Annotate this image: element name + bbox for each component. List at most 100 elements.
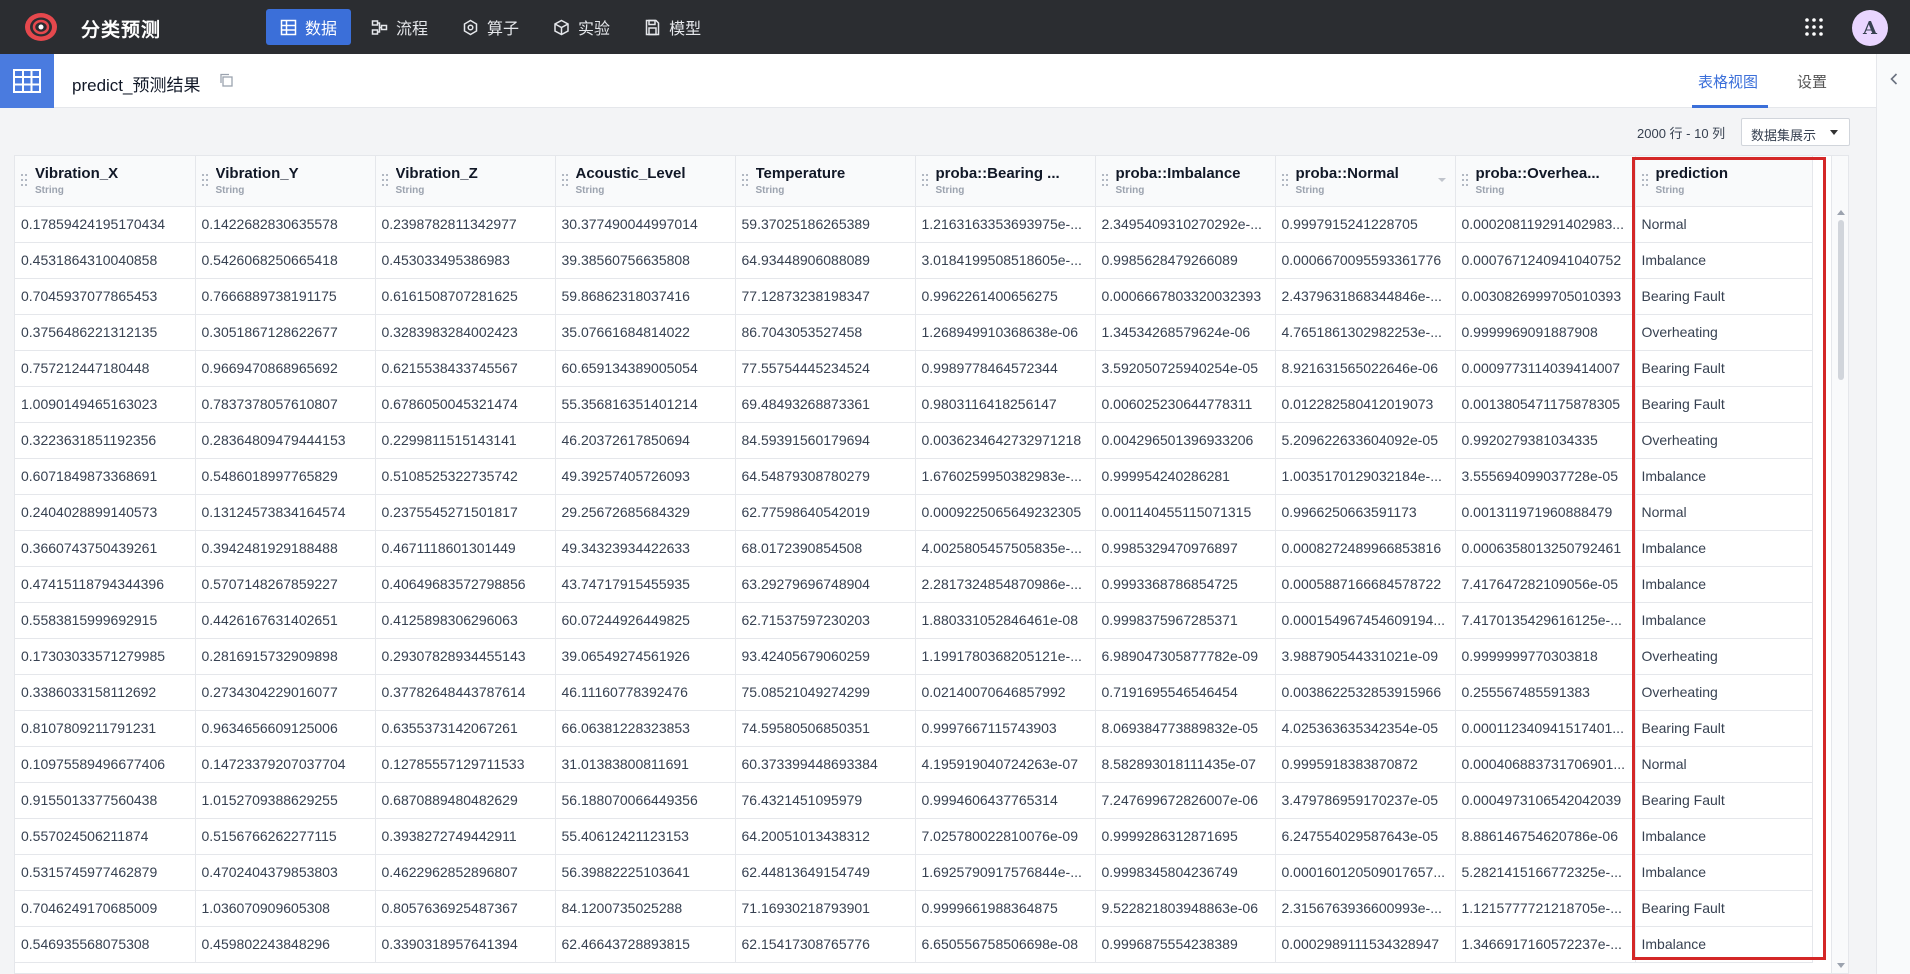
table-cell[interactable]: 0.5707148267859227 xyxy=(195,566,376,603)
table-cell[interactable]: 1.268949910368638e-06 xyxy=(915,314,1096,351)
table-cell[interactable]: 75.08521049274299 xyxy=(735,674,916,711)
table-cell[interactable]: 0.6215538433745567 xyxy=(375,350,556,387)
table-cell[interactable]: 0.0009773114039414007 xyxy=(1455,350,1636,387)
column-header[interactable]: proba::Imbalance String xyxy=(1095,156,1276,207)
prediction-cell[interactable]: Imbalance xyxy=(1635,530,1813,567)
table-cell[interactable]: 0.9989778464572344 xyxy=(915,350,1096,387)
table-row[interactable]: 0.2404028899140573 0.13124573834164574 0.2… xyxy=(15,494,1813,531)
table-cell[interactable]: 84.59391560179694 xyxy=(735,422,916,459)
column-header[interactable]: Vibration_Z String xyxy=(375,156,556,207)
table-cell[interactable]: 0.0013805471175878305 xyxy=(1455,386,1636,423)
table-cell[interactable]: 0.8057636925487367 xyxy=(375,890,556,927)
table-cell[interactable]: 0.6870889480482629 xyxy=(375,782,556,819)
table-cell[interactable]: 0.3283983284002423 xyxy=(375,314,556,351)
table-cell[interactable]: 5.2821415166772325e-... xyxy=(1455,854,1636,891)
sort-caret-icon[interactable] xyxy=(1437,178,1446,182)
table-row[interactable]: 0.757212447180448 0.9669470868965692 0.621… xyxy=(15,350,1813,387)
table-cell[interactable]: 0.29307828934455143 xyxy=(375,638,556,675)
table-cell[interactable]: 0.0006670095593361776 xyxy=(1275,242,1456,279)
table-cell[interactable]: 0.000160120509017657... xyxy=(1275,854,1456,891)
table-cell[interactable]: 0.9155013377560438 xyxy=(15,782,196,819)
table-cell[interactable]: 1.6760259950382983e-... xyxy=(915,458,1096,495)
table-row[interactable]: 0.3756486221312135 0.3051867128622677 0.32… xyxy=(15,314,1813,351)
table-cell[interactable]: 0.255567485591383 xyxy=(1455,674,1636,711)
table-cell[interactable]: 1.2163163353693975e-... xyxy=(915,206,1096,243)
table-cell[interactable]: 30.377490044997014 xyxy=(555,206,736,243)
table-cell[interactable]: 0.28364809479444153 xyxy=(195,422,376,459)
user-avatar[interactable]: A xyxy=(1852,10,1888,46)
table-cell[interactable]: 0.9669470868965692 xyxy=(195,350,376,387)
drag-handle-icon[interactable] xyxy=(381,173,389,187)
table-cell[interactable]: 1.1215777721218705e-... xyxy=(1455,890,1636,927)
table-cell[interactable]: 0.0030826999705010393 xyxy=(1455,278,1636,315)
drag-handle-icon[interactable] xyxy=(1101,173,1109,187)
table-cell[interactable]: 0.1422682830635578 xyxy=(195,206,376,243)
table-cell[interactable]: 0.6071849873368691 xyxy=(15,458,196,495)
table-row[interactable]: 0.5583815999692915 0.4426167631402651 0.41… xyxy=(15,602,1813,639)
table-cell[interactable]: 55.40612421123153 xyxy=(555,818,736,855)
drag-handle-icon[interactable] xyxy=(741,173,749,187)
table-cell[interactable]: 0.546935568075308 xyxy=(15,926,196,963)
table-cell[interactable]: 0.7837378057610807 xyxy=(195,386,376,423)
table-cell[interactable]: 1.1991780368205121e-... xyxy=(915,638,1096,675)
table-cell[interactable]: 77.12873238198347 xyxy=(735,278,916,315)
nav-experiment[interactable]: 实验 xyxy=(539,9,624,45)
table-cell[interactable]: 8.069384773889832e-05 xyxy=(1095,710,1276,747)
table-row[interactable]: 0.7046249170685009 1.036070909605308 0.805… xyxy=(15,890,1813,927)
table-cell[interactable]: 1.34534268579624e-06 xyxy=(1095,314,1276,351)
table-cell[interactable]: 8.582893018111435e-07 xyxy=(1095,746,1276,783)
table-cell[interactable]: 0.0006358013250792461 xyxy=(1455,530,1636,567)
table-cell[interactable]: 0.9985329470976897 xyxy=(1095,530,1276,567)
table-cell[interactable]: 93.42405679060259 xyxy=(735,638,916,675)
table-cell[interactable]: 0.9920279381034335 xyxy=(1455,422,1636,459)
table-cell[interactable]: 0.2816915732909898 xyxy=(195,638,376,675)
table-cell[interactable]: 0.2398782811342977 xyxy=(375,206,556,243)
prediction-cell[interactable]: Bearing Fault xyxy=(1635,386,1813,423)
table-cell[interactable]: 3.988790544331021e-09 xyxy=(1275,638,1456,675)
table-cell[interactable]: 0.9998345804236749 xyxy=(1095,854,1276,891)
table-cell[interactable]: 0.000406883731706901... xyxy=(1455,746,1636,783)
nav-model[interactable]: 模型 xyxy=(630,9,715,45)
table-cell[interactable]: 62.15417308765776 xyxy=(735,926,916,963)
table-cell[interactable]: 0.40649683572798856 xyxy=(375,566,556,603)
table-row[interactable]: 0.8107809211791231 0.9634656609125006 0.63… xyxy=(15,710,1813,747)
table-cell[interactable]: 4.7651861302982253e-... xyxy=(1275,314,1456,351)
table-cell[interactable]: 76.4321451095979 xyxy=(735,782,916,819)
table-cell[interactable]: 1.036070909605308 xyxy=(195,890,376,927)
table-cell[interactable]: 0.37782648443787614 xyxy=(375,674,556,711)
table-cell[interactable]: 0.3386033158112692 xyxy=(15,674,196,711)
prediction-cell[interactable]: Overheating xyxy=(1635,314,1813,351)
table-cell[interactable]: 0.8107809211791231 xyxy=(15,710,196,747)
table-cell[interactable]: 3.479786959170237e-05 xyxy=(1275,782,1456,819)
table-cell[interactable]: 69.48493268873361 xyxy=(735,386,916,423)
apps-grid-icon[interactable] xyxy=(1804,17,1824,37)
vertical-scrollbar[interactable] xyxy=(1831,156,1848,973)
table-cell[interactable]: 6.989047305877782e-09 xyxy=(1095,638,1276,675)
column-header[interactable]: proba::Bearing ... String xyxy=(915,156,1096,207)
table-cell[interactable]: 7.247699672826007e-06 xyxy=(1095,782,1276,819)
prediction-cell[interactable]: Normal xyxy=(1635,746,1813,783)
table-cell[interactable]: 29.25672685684329 xyxy=(555,494,736,531)
table-cell[interactable]: 0.000154967454609194... xyxy=(1275,602,1456,639)
table-cell[interactable]: 71.16930218793901 xyxy=(735,890,916,927)
table-cell[interactable]: 0.9999999770303818 xyxy=(1455,638,1636,675)
table-cell[interactable]: 2.4379631868344846e-... xyxy=(1275,278,1456,315)
table-cell[interactable]: 1.3466917160572237e-... xyxy=(1455,926,1636,963)
tab-settings[interactable]: 设置 xyxy=(1797,71,1827,92)
table-cell[interactable]: 3.592050725940254e-05 xyxy=(1095,350,1276,387)
table-cell[interactable]: 6.247554029587643e-05 xyxy=(1275,818,1456,855)
prediction-cell[interactable]: Imbalance xyxy=(1635,458,1813,495)
table-cell[interactable]: 0.9993368786854725 xyxy=(1095,566,1276,603)
table-cell[interactable]: 1.6925790917576844e-... xyxy=(915,854,1096,891)
table-cell[interactable]: 0.10975589496677406 xyxy=(15,746,196,783)
table-cell[interactable]: 7.4170135429616125e-... xyxy=(1455,602,1636,639)
table-cell[interactable]: 0.4125898306296063 xyxy=(375,602,556,639)
table-row[interactable]: 0.6071849873368691 0.5486018997765829 0.51… xyxy=(15,458,1813,495)
table-cell[interactable]: 0.5315745977462879 xyxy=(15,854,196,891)
table-cell[interactable]: 66.06381228323853 xyxy=(555,710,736,747)
table-cell[interactable]: 0.14723379207037704 xyxy=(195,746,376,783)
app-logo-icon[interactable] xyxy=(22,11,60,43)
prediction-cell[interactable]: Bearing Fault xyxy=(1635,350,1813,387)
table-cell[interactable]: 0.47415118794344396 xyxy=(15,566,196,603)
table-cell[interactable]: 4.195919040724263e-07 xyxy=(915,746,1096,783)
